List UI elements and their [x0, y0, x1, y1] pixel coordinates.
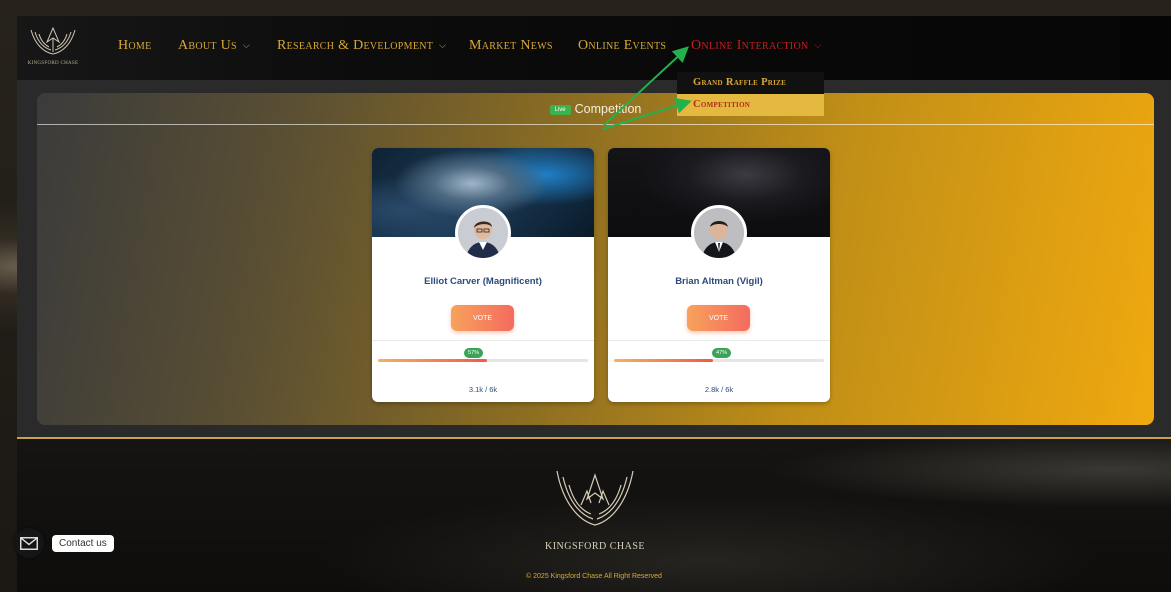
chevron-down-icon: ⌵ — [814, 39, 822, 50]
nav-about-us[interactable]: About Us ⌵ — [178, 38, 277, 54]
nav-home-label: Home — [118, 38, 152, 53]
contact-widget[interactable]: Contact us — [14, 528, 114, 558]
content-band: Live Competition Elliot Carver (Magnific… — [17, 80, 1171, 438]
chevron-down-icon: ⌵ — [439, 39, 447, 50]
footer-brand-name: KINGSFORD CHASE — [545, 541, 646, 552]
vote-progress-fill — [378, 359, 488, 362]
brand-logo-text: Kingsford Chase — [27, 61, 79, 66]
nav-market-news[interactable]: Market News — [469, 38, 578, 54]
person-portrait-icon — [458, 208, 508, 258]
site-frame: Kingsford Chase Home About Us ⌵ Research… — [17, 16, 1171, 592]
copyright-text: © 2025 Kingsford Chase All Right Reserve… — [526, 573, 662, 580]
vote-progress-bar — [378, 359, 588, 362]
site-footer: KINGSFORD CHASE © 2025 Kingsford Chase A… — [17, 439, 1171, 592]
dropdown-item-grand-raffle-prize[interactable]: Grand Raffle Prize — [677, 72, 824, 94]
nav-online-interaction-label: Online Interaction — [691, 38, 809, 53]
main-nav: Home About Us ⌵ Research & Development ⌵… — [118, 38, 841, 54]
vote-button[interactable]: VOTE — [687, 305, 750, 331]
contestant-name: Brian Altman (Vigil) — [675, 276, 763, 287]
avatar — [455, 205, 511, 261]
nav-research-development[interactable]: Research & Development ⌵ — [277, 38, 469, 54]
vote-button[interactable]: VOTE — [451, 305, 514, 331]
brand-logo[interactable]: Kingsford Chase — [23, 22, 83, 74]
vote-percent-badge: 47% — [712, 348, 732, 358]
nav-online-events-label: Online Events — [578, 38, 667, 53]
nav-market-news-label: Market News — [469, 38, 553, 53]
nav-online-interaction[interactable]: Online Interaction ⌵ — [691, 38, 841, 54]
dropdown-item-competition[interactable]: Competition — [677, 94, 824, 116]
card-divider — [608, 340, 830, 341]
crown-wings-icon — [30, 26, 76, 55]
person-portrait-icon — [694, 208, 744, 258]
online-interaction-dropdown: Grand Raffle Prize Competition — [677, 72, 824, 116]
panel-divider — [37, 124, 1154, 125]
card-divider — [372, 340, 594, 341]
panel-title: Competition — [574, 102, 642, 116]
nav-research-development-label: Research & Development — [277, 38, 434, 53]
vote-count: 3.1k / 6k — [468, 385, 498, 394]
vote-progress-fill — [614, 359, 713, 362]
competition-panel: Live Competition Elliot Carver (Magnific… — [37, 93, 1154, 425]
live-badge: Live — [549, 105, 571, 115]
vote-progress-bar — [614, 359, 824, 362]
vote-count: 2.8k / 6k — [704, 385, 734, 394]
footer-logo: KINGSFORD CHASE — [545, 465, 645, 552]
contestant-card: Elliot Carver (Magnificent) VOTE 57% 3.1… — [372, 148, 594, 402]
panel-title-row: Live Competition — [37, 102, 1154, 116]
nav-home[interactable]: Home — [118, 38, 178, 54]
nav-about-us-label: About Us — [178, 38, 237, 53]
envelope-icon[interactable] — [14, 528, 44, 558]
contestant-name: Elliot Carver (Magnificent) — [424, 276, 542, 287]
crown-wings-icon — [556, 470, 634, 526]
site-header: Kingsford Chase Home About Us ⌵ Research… — [17, 16, 1171, 116]
chevron-down-icon: ⌵ — [242, 39, 251, 50]
contact-us-button[interactable]: Contact us — [52, 534, 114, 552]
vote-percent-badge: 57% — [464, 348, 484, 358]
avatar — [691, 205, 747, 261]
nav-online-events[interactable]: Online Events — [578, 38, 691, 54]
contestant-card: Brian Altman (Vigil) VOTE 47% 2.8k / 6k — [608, 148, 830, 402]
